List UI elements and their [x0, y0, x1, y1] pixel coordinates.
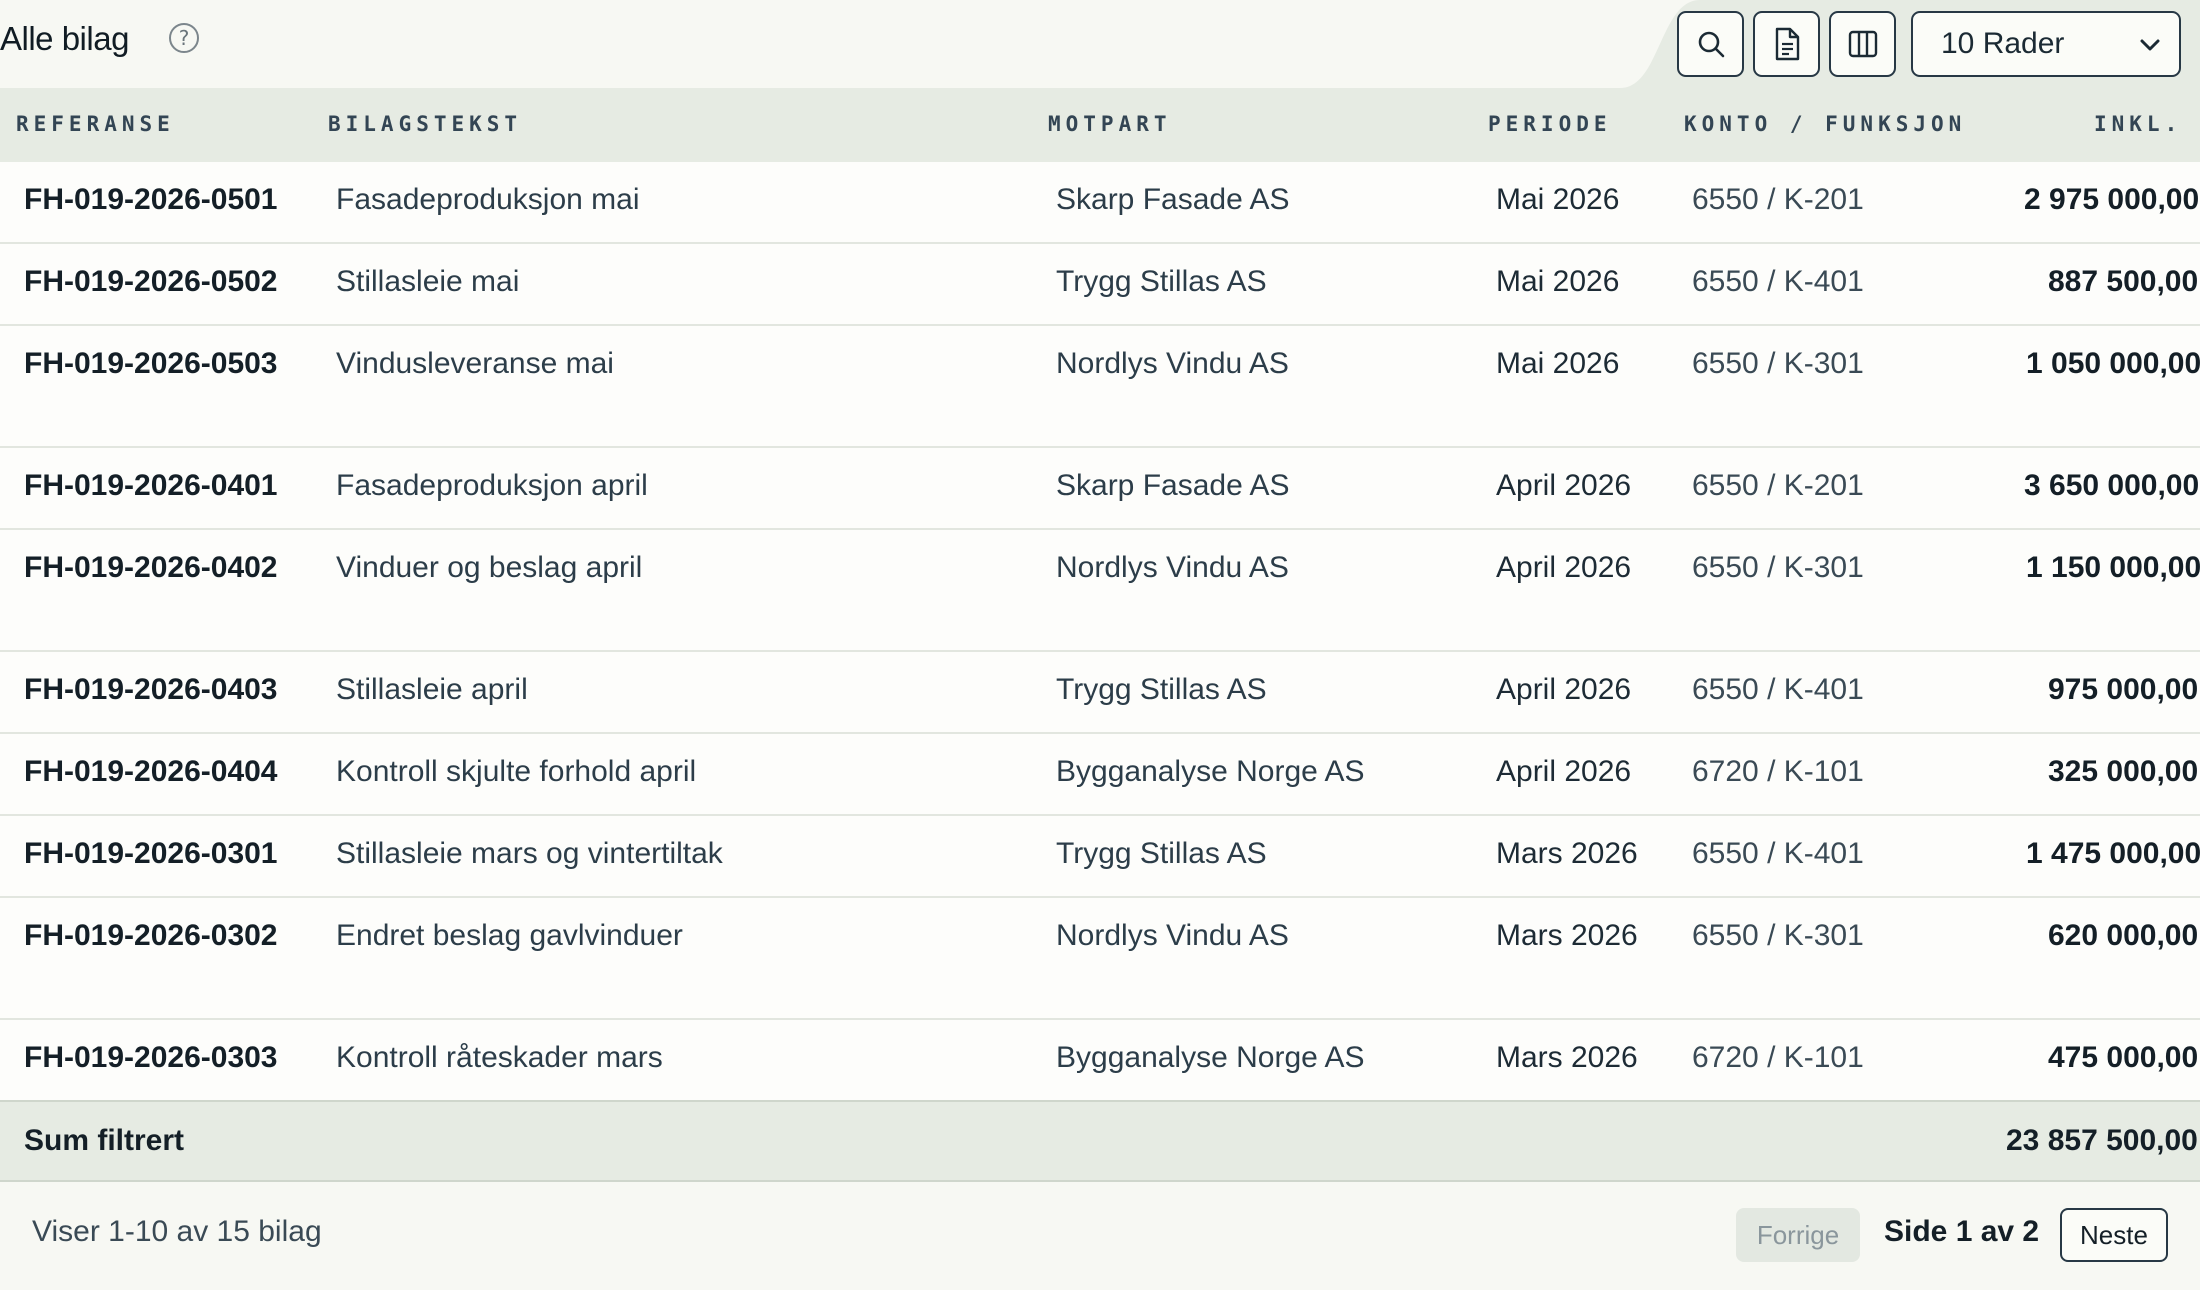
- cell-counterparty: Trygg Stillas AS: [1056, 837, 1267, 870]
- help-icon[interactable]: ?: [169, 23, 199, 53]
- cell-account: 6550 / K-201: [1692, 469, 1864, 502]
- previous-page-button[interactable]: Forrige: [1736, 1208, 1860, 1262]
- cell-account: 6720 / K-101: [1692, 1041, 1864, 1074]
- sum-label: Sum filtrert: [24, 1124, 185, 1157]
- cell-period: Mai 2026: [1496, 183, 1620, 216]
- table-header: REFERANSE BILAGSTEKST MOTPART PERIODE KO…: [0, 88, 2200, 162]
- cell-text: Endret beslag gavlvinduer: [336, 919, 683, 952]
- cell-counterparty: Nordlys Vindu AS: [1056, 919, 1289, 952]
- cell-text: Stillasleie mai: [336, 265, 520, 298]
- cell-amount: 2 975 000,00: [2024, 183, 2200, 216]
- cell-text: Stillasleie mars og vintertiltak: [336, 837, 723, 870]
- results-count: Viser 1-10 av 15 bilag: [32, 1215, 322, 1248]
- column-header-account[interactable]: KONTO / FUNKSJON: [1684, 112, 1966, 136]
- table-row[interactable]: FH-019-2026-0402 Vinduer og beslag april…: [0, 530, 2200, 652]
- cell-amount: 475 000,00: [2048, 1041, 2199, 1074]
- table-row[interactable]: FH-019-2026-0404 Kontroll skjulte forhol…: [0, 734, 2200, 816]
- sum-row: Sum filtrert 23 857 500,00: [0, 1100, 2200, 1182]
- cell-amount: 1 050 000,00: [2026, 347, 2200, 380]
- column-header-amount[interactable]: INKL. MVA: [2094, 112, 2200, 136]
- columns-icon: [1848, 30, 1877, 58]
- cell-amount: 887 500,00: [2048, 265, 2199, 298]
- cell-account: 6720 / K-101: [1692, 755, 1864, 788]
- cell-period: Mars 2026: [1496, 837, 1638, 870]
- cell-reference[interactable]: FH-019-2026-0301: [24, 837, 278, 871]
- cell-counterparty: Trygg Stillas AS: [1056, 265, 1267, 298]
- cell-period: April 2026: [1496, 673, 1632, 706]
- columns-button[interactable]: [1829, 11, 1896, 77]
- cell-period: Mai 2026: [1496, 347, 1620, 380]
- table-row[interactable]: FH-019-2026-0503 Vindusleveranse mai Nor…: [0, 326, 2200, 448]
- cell-reference[interactable]: FH-019-2026-0502: [24, 265, 278, 299]
- column-header-counterparty[interactable]: MOTPART: [1048, 112, 1172, 136]
- table-row[interactable]: FH-019-2026-0501 Fasadeproduksjon mai Sk…: [0, 162, 2200, 244]
- rows-per-page-value: 10 Rader: [1941, 27, 2065, 60]
- cell-account: 6550 / K-401: [1692, 673, 1864, 706]
- cell-account: 6550 / K-301: [1692, 919, 1864, 952]
- table-row[interactable]: FH-019-2026-0303 Kontroll råteskader mar…: [0, 1020, 2200, 1100]
- cell-counterparty: Skarp Fasade AS: [1056, 469, 1290, 502]
- cell-reference[interactable]: FH-019-2026-0403: [24, 673, 278, 707]
- cell-period: Mars 2026: [1496, 1041, 1638, 1074]
- cell-reference[interactable]: FH-019-2026-0501: [24, 183, 278, 217]
- page-indicator: Side 1 av 2: [1884, 1215, 2040, 1248]
- search-button[interactable]: [1677, 11, 1744, 77]
- cell-amount: 1 475 000,00: [2026, 837, 2200, 870]
- cell-text: Vindusleveranse mai: [336, 347, 614, 380]
- chevron-down-icon: [2140, 39, 2160, 51]
- next-page-button[interactable]: Neste: [2060, 1208, 2168, 1262]
- cell-amount: 1 150 000,00: [2026, 551, 2200, 584]
- title-bar: Alle bilag ? 10 Rader: [0, 0, 2200, 88]
- sum-amount: 23 857 500,00: [2006, 1124, 2198, 1157]
- cell-reference[interactable]: FH-019-2026-0303: [24, 1041, 278, 1075]
- document-icon: [1775, 27, 1799, 61]
- cell-account: 6550 / K-301: [1692, 551, 1864, 584]
- table-row[interactable]: FH-019-2026-0302 Endret beslag gavlvindu…: [0, 898, 2200, 1020]
- column-header-text[interactable]: BILAGSTEKST: [328, 112, 522, 136]
- cell-counterparty: Skarp Fasade AS: [1056, 183, 1290, 216]
- cell-text: Fasadeproduksjon april: [336, 469, 648, 502]
- cell-reference[interactable]: FH-019-2026-0302: [24, 919, 278, 953]
- cell-period: April 2026: [1496, 551, 1632, 584]
- cell-period: Mai 2026: [1496, 265, 1620, 298]
- search-icon: [1698, 31, 1724, 58]
- cell-reference[interactable]: FH-019-2026-0402: [24, 551, 278, 585]
- cell-reference[interactable]: FH-019-2026-0401: [24, 469, 278, 503]
- cell-amount: 620 000,00: [2048, 919, 2199, 952]
- cell-amount: 975 000,00: [2048, 673, 2199, 706]
- cell-account: 6550 / K-301: [1692, 347, 1864, 380]
- cell-text: Fasadeproduksjon mai: [336, 183, 640, 216]
- cell-counterparty: Bygganalyse Norge AS: [1056, 1041, 1365, 1074]
- table-row[interactable]: FH-019-2026-0502 Stillasleie mai Trygg S…: [0, 244, 2200, 326]
- cell-text: Vinduer og beslag april: [336, 551, 643, 584]
- table-row[interactable]: FH-019-2026-0301 Stillasleie mars og vin…: [0, 816, 2200, 898]
- cell-counterparty: Nordlys Vindu AS: [1056, 551, 1289, 584]
- table-row[interactable]: FH-019-2026-0401 Fasadeproduksjon april …: [0, 448, 2200, 530]
- column-header-period[interactable]: PERIODE: [1488, 112, 1612, 136]
- cell-period: April 2026: [1496, 469, 1632, 502]
- cell-counterparty: Nordlys Vindu AS: [1056, 347, 1289, 380]
- cell-reference[interactable]: FH-019-2026-0503: [24, 347, 278, 381]
- cell-text: Kontroll råteskader mars: [336, 1041, 663, 1074]
- page-title: Alle bilag: [0, 20, 129, 57]
- column-header-reference[interactable]: REFERANSE: [16, 112, 175, 136]
- cell-account: 6550 / K-201: [1692, 183, 1864, 216]
- table-row[interactable]: FH-019-2026-0403 Stillasleie april Trygg…: [0, 652, 2200, 734]
- cell-counterparty: Trygg Stillas AS: [1056, 673, 1267, 706]
- cell-reference[interactable]: FH-019-2026-0404: [24, 755, 278, 789]
- rows-per-page-select[interactable]: 10 Rader: [1911, 11, 2181, 77]
- cell-amount: 325 000,00: [2048, 755, 2199, 788]
- cell-amount: 3 650 000,00: [2024, 469, 2200, 502]
- cell-text: Kontroll skjulte forhold april: [336, 755, 697, 788]
- pagination-footer: Viser 1-10 av 15 bilag Forrige Side 1 av…: [0, 1182, 2200, 1290]
- cell-account: 6550 / K-401: [1692, 837, 1864, 870]
- cell-period: April 2026: [1496, 755, 1632, 788]
- cell-account: 6550 / K-401: [1692, 265, 1864, 298]
- cell-period: Mars 2026: [1496, 919, 1638, 952]
- cell-counterparty: Bygganalyse Norge AS: [1056, 755, 1365, 788]
- cell-text: Stillasleie april: [336, 673, 528, 706]
- export-button[interactable]: [1753, 11, 1820, 77]
